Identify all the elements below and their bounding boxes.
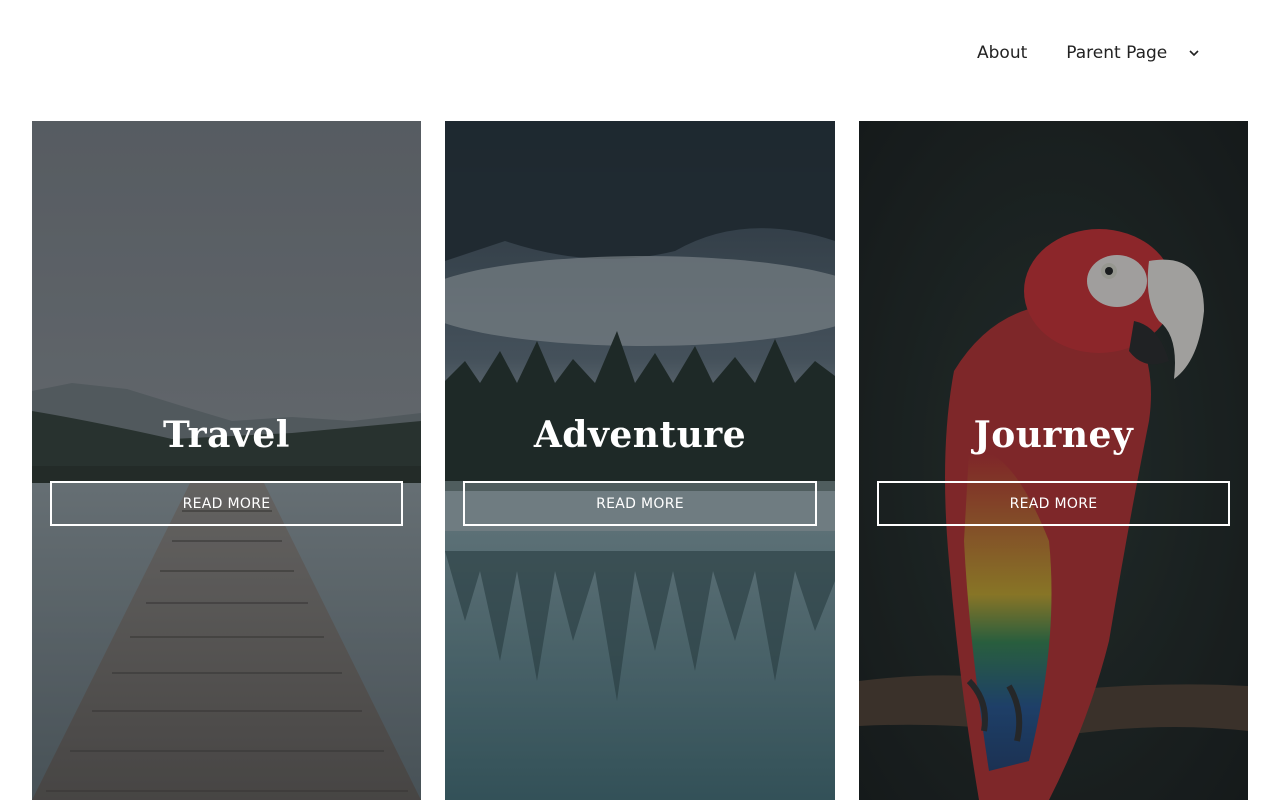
main-nav: About Parent Page [964,40,1201,66]
card-journey[interactable]: Journey READ MORE [859,121,1248,800]
read-more-button[interactable]: READ MORE [877,481,1230,526]
card-title: Journey [973,414,1134,456]
card-overlay [32,121,421,800]
card-title: Travel [163,414,290,456]
card-title: Adventure [533,414,747,456]
read-more-button[interactable]: READ MORE [463,481,817,526]
featured-cards: Travel READ MORE Adventure READ MORE Jou… [32,121,1248,800]
card-adventure[interactable]: Adventure READ MORE [445,121,835,800]
card-travel[interactable]: Travel READ MORE [32,121,421,800]
card-overlay [445,121,835,800]
nav-link-parent-page[interactable]: Parent Page [1066,40,1167,66]
nav-item-parent-page[interactable]: Parent Page [1066,40,1201,66]
site-header: About Parent Page [0,0,1280,108]
nav-link-about[interactable]: About [964,40,1040,66]
read-more-button[interactable]: READ MORE [50,481,403,526]
chevron-down-icon[interactable] [1187,46,1201,60]
card-overlay [859,121,1248,800]
